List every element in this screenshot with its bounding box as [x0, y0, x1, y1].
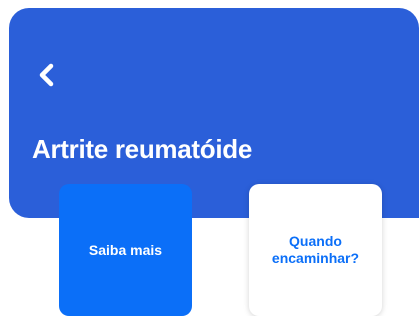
quando-encaminhar-card[interactable]: Quando encaminhar? [249, 184, 382, 316]
chevron-left-icon [38, 63, 54, 92]
saiba-mais-card[interactable]: Saiba mais [59, 184, 192, 316]
quando-encaminhar-label: Quando encaminhar? [271, 233, 360, 266]
saiba-mais-label: Saiba mais [88, 241, 163, 258]
back-button[interactable] [31, 60, 61, 94]
page-title: Artrite reumatóide [32, 134, 252, 164]
